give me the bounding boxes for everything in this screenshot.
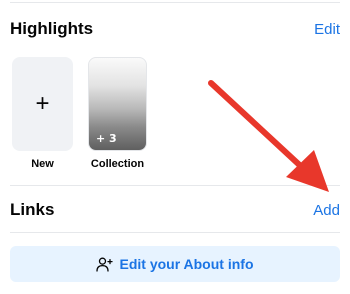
new-highlight-tile[interactable]: + bbox=[12, 57, 73, 151]
highlights-title: Highlights bbox=[10, 19, 94, 38]
divider bbox=[10, 232, 340, 233]
edit-about-info-label: Edit your About info bbox=[119, 256, 254, 272]
highlight-label: Collection bbox=[90, 158, 145, 170]
edit-about-info-button[interactable]: Edit your About info bbox=[10, 246, 340, 282]
plus-icon: + bbox=[35, 90, 50, 117]
collection-count-badge: + 3 bbox=[96, 132, 117, 145]
highlights-list: + New + 3 Collection bbox=[12, 57, 147, 170]
highlight-collection[interactable]: + 3 Collection bbox=[88, 57, 147, 170]
links-title: Links bbox=[10, 200, 55, 219]
highlight-new[interactable]: + New bbox=[12, 57, 73, 170]
collection-thumbnail[interactable]: + 3 bbox=[88, 57, 147, 151]
divider bbox=[10, 185, 340, 186]
highlights-header: Highlights Edit bbox=[10, 17, 340, 41]
highlights-edit-link[interactable]: Edit bbox=[314, 21, 340, 38]
person-icon bbox=[96, 257, 114, 272]
highlight-label: New bbox=[31, 158, 54, 170]
divider bbox=[10, 2, 340, 3]
links-add-link[interactable]: Add bbox=[313, 202, 340, 219]
profile-section: Highlights Edit + New + 3 Collection Lin… bbox=[0, 0, 350, 294]
links-header: Links Add bbox=[10, 198, 340, 222]
